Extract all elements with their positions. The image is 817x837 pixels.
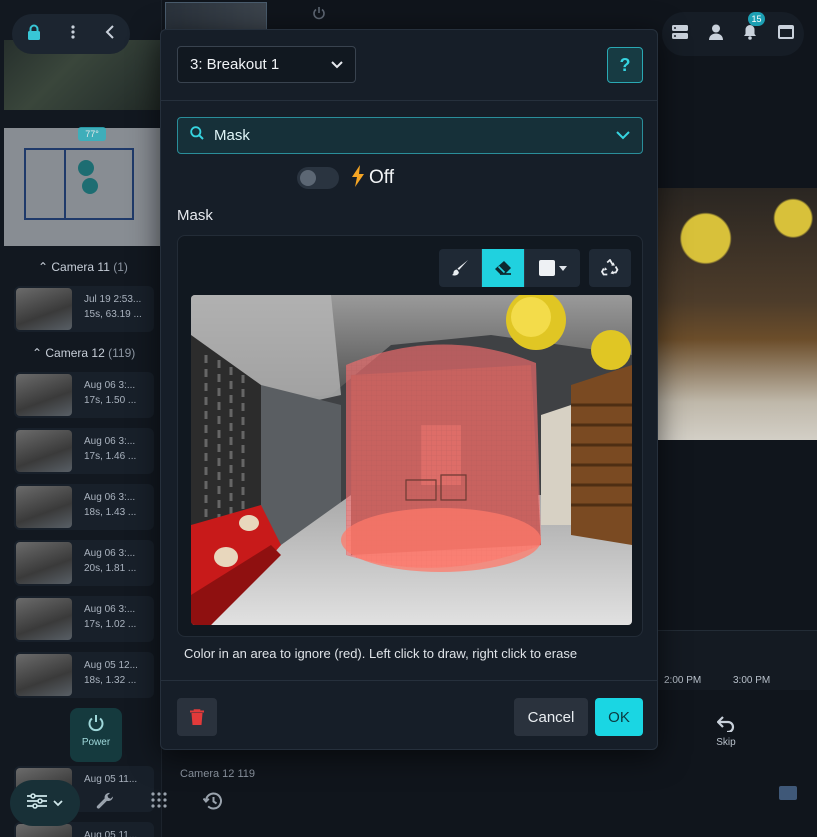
color-picker-button[interactable] <box>525 249 580 287</box>
server-icon[interactable] <box>672 24 689 44</box>
dialog-header: 3: Breakout 1 ? <box>161 30 657 101</box>
dialog-footer: Cancel OK <box>161 680 657 751</box>
fullscreen-toggle[interactable] <box>779 786 797 800</box>
timeline-tick: 2:00 PM <box>664 675 702 686</box>
clip-item[interactable]: Aug 06 3:... 17s, 1.46 ... <box>14 428 154 474</box>
power-button[interactable]: Power <box>70 708 122 762</box>
cancel-button[interactable]: Cancel <box>514 698 588 736</box>
mode-select[interactable]: Mask <box>177 117 643 154</box>
clip-item[interactable]: Aug 06 3:... 18s, 1.43 ... <box>14 484 154 530</box>
clip-item[interactable]: Aug 06 3:... 17s, 1.02 ... <box>14 596 154 642</box>
eraser-tool-button[interactable] <box>482 249 525 287</box>
section-label: Mask <box>177 207 213 224</box>
search-icon <box>190 126 204 145</box>
camera-group-header[interactable]: ⌃ Camera 12 (119) <box>32 346 135 360</box>
camera-group-header[interactable]: ⌃ Camera 11 (1) <box>38 260 128 274</box>
mask-toggle-row: Off <box>297 164 394 192</box>
history-icon[interactable] <box>202 792 223 815</box>
grid-icon[interactable] <box>151 792 167 813</box>
temperature-badge: 77° <box>78 127 106 141</box>
ok-button[interactable]: OK <box>595 698 643 736</box>
mask-canvas[interactable] <box>191 295 632 625</box>
camera-snapshot <box>191 295 632 625</box>
app-root: 77° ⌃ Camera 11 (1) Jul 19 2:53... 15s, 6… <box>0 0 817 837</box>
left-toolbar <box>12 14 130 54</box>
chevron-down-icon <box>53 794 63 812</box>
power-icon[interactable] <box>312 6 326 23</box>
wrench-icon[interactable] <box>96 792 114 815</box>
help-button[interactable]: ? <box>607 47 643 83</box>
undo-icon <box>698 716 754 737</box>
filters-button[interactable] <box>10 780 80 826</box>
notification-badge: 15 <box>748 12 765 26</box>
more-vertical-icon[interactable] <box>71 24 75 44</box>
floorplan-thumbnail[interactable] <box>4 128 160 246</box>
chevron-down-icon <box>331 56 343 73</box>
drawing-tools <box>439 249 580 287</box>
chevron-left-icon[interactable] <box>105 24 115 44</box>
user-icon[interactable] <box>708 24 723 45</box>
clip-item[interactable]: Aug 05 12... 18s, 1.32 ... <box>14 652 154 698</box>
lock-icon[interactable] <box>27 24 41 45</box>
recycle-icon <box>601 259 619 276</box>
preset-select-value: 3: Breakout 1 <box>190 56 280 73</box>
mask-editor-dialog: 3: Breakout 1 ? Mask Off Mask Color in a… <box>160 29 658 750</box>
delete-button[interactable] <box>177 698 217 736</box>
color-swatch <box>538 260 555 276</box>
top-right-toolbar <box>662 12 804 56</box>
live-camera-view[interactable] <box>658 188 817 440</box>
clip-item[interactable]: Jul 19 2:53... 15s, 63.19 ... <box>14 286 154 332</box>
camera-tab-thumbnail[interactable] <box>165 2 267 30</box>
brush-tool-button[interactable] <box>439 249 482 287</box>
caret-down-icon <box>558 265 567 271</box>
reset-mask-button[interactable] <box>589 249 631 287</box>
chevron-down-icon <box>616 127 630 145</box>
bolt-icon <box>351 164 365 192</box>
bell-icon[interactable] <box>743 24 757 45</box>
preset-select[interactable]: 3: Breakout 1 <box>177 46 356 83</box>
window-icon[interactable] <box>777 24 794 44</box>
trash-icon <box>190 709 204 725</box>
camera-footer-label: Camera 12 119 <box>180 768 256 780</box>
mode-select-value: Mask <box>214 127 250 144</box>
mask-editor-panel <box>177 235 643 637</box>
mask-hint-text: Color in an area to ignore (red). Left c… <box>184 646 578 661</box>
clip-item[interactable]: Aug 06 3:... 17s, 1.50 ... <box>14 372 154 418</box>
skip-button[interactable]: Skip <box>698 716 754 748</box>
clip-item[interactable]: Aug 06 3:... 20s, 1.81 ... <box>14 540 154 586</box>
sliders-icon <box>27 792 47 814</box>
power-icon <box>70 714 122 737</box>
mask-enable-toggle[interactable] <box>297 167 339 189</box>
eraser-icon <box>495 261 511 275</box>
toggle-state-label: Off <box>369 167 394 188</box>
timeline-tick: 3:00 PM <box>733 675 771 686</box>
brush-icon <box>452 260 468 276</box>
timeline[interactable]: 2:00 PM 3:00 PM <box>658 630 817 690</box>
